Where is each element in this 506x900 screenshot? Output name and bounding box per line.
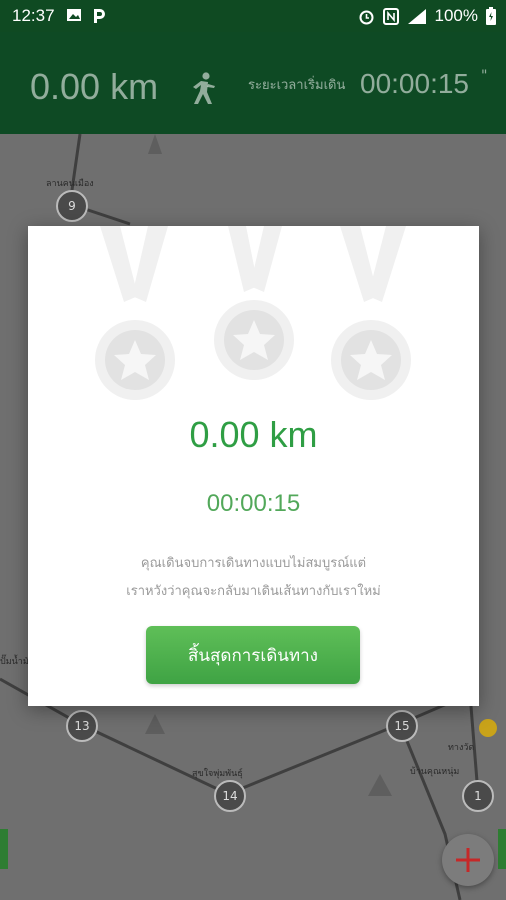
plus-icon — [456, 848, 480, 872]
end-walk-button[interactable]: สิ้นสุดการเดินทาง — [146, 626, 360, 684]
dialog-message-line: คุณเดินจบการเดินทางแบบไม่สมบูรณ์แต่ — [140, 556, 367, 571]
elapsed-time-label: ระยะเวลาเริ่มเดิน — [248, 78, 346, 93]
medal-icon — [95, 226, 175, 400]
status-time: 12:37 — [12, 6, 55, 25]
dialog-distance: 0.00 km — [189, 414, 318, 455]
header-trailing-mark: " — [481, 68, 488, 84]
dialog-time: 00:00:15 — [206, 490, 301, 517]
map-node[interactable]: 14 — [214, 780, 246, 812]
map-node[interactable]: 1 — [462, 780, 494, 812]
tracking-header: 0.00 km ระยะเวลาเริ่มเดิน 00:00:15 " — [0, 32, 506, 134]
map-label: บ้านคุณหนุ่ม — [410, 767, 460, 777]
map-label: ลานคนเมือง — [46, 179, 94, 189]
walking-person-icon — [193, 72, 215, 104]
alarm-icon — [359, 10, 374, 24]
image-icon — [67, 9, 81, 21]
map-node[interactable]: 9 — [56, 190, 88, 222]
dialog-message: คุณเดินจบการเดินทางแบบไม่สมบูรณ์แต่ เราห… — [28, 550, 479, 606]
nfc-icon — [382, 7, 399, 25]
medal-icon — [214, 226, 294, 380]
map-label: สุขใจพุ่มพันธุ์ — [192, 769, 243, 779]
map-node[interactable]: 13 — [66, 710, 98, 742]
parking-icon — [94, 9, 105, 23]
signal-icon — [407, 8, 426, 24]
battery-icon — [486, 7, 496, 25]
dialog-message-line: เราหวังว่าคุณจะกลับมาเดินเส้นทางกับเราให… — [126, 584, 381, 599]
map-node[interactable]: 15 — [386, 710, 418, 742]
map-label: ทางวัด — [448, 743, 475, 753]
medal-icon — [331, 226, 411, 400]
medals-graphic — [95, 226, 411, 400]
header-distance: 0.00 km — [30, 66, 159, 107]
header-elapsed-time: 00:00:15 — [360, 68, 469, 99]
battery-percent: 100% — [434, 6, 478, 25]
walk-summary-dialog: 0.00 km 00:00:15 คุณเดินจบการเดินทางแบบไ… — [28, 226, 479, 706]
status-bar: 12:37 100% — [0, 0, 506, 32]
add-button[interactable] — [442, 834, 494, 886]
